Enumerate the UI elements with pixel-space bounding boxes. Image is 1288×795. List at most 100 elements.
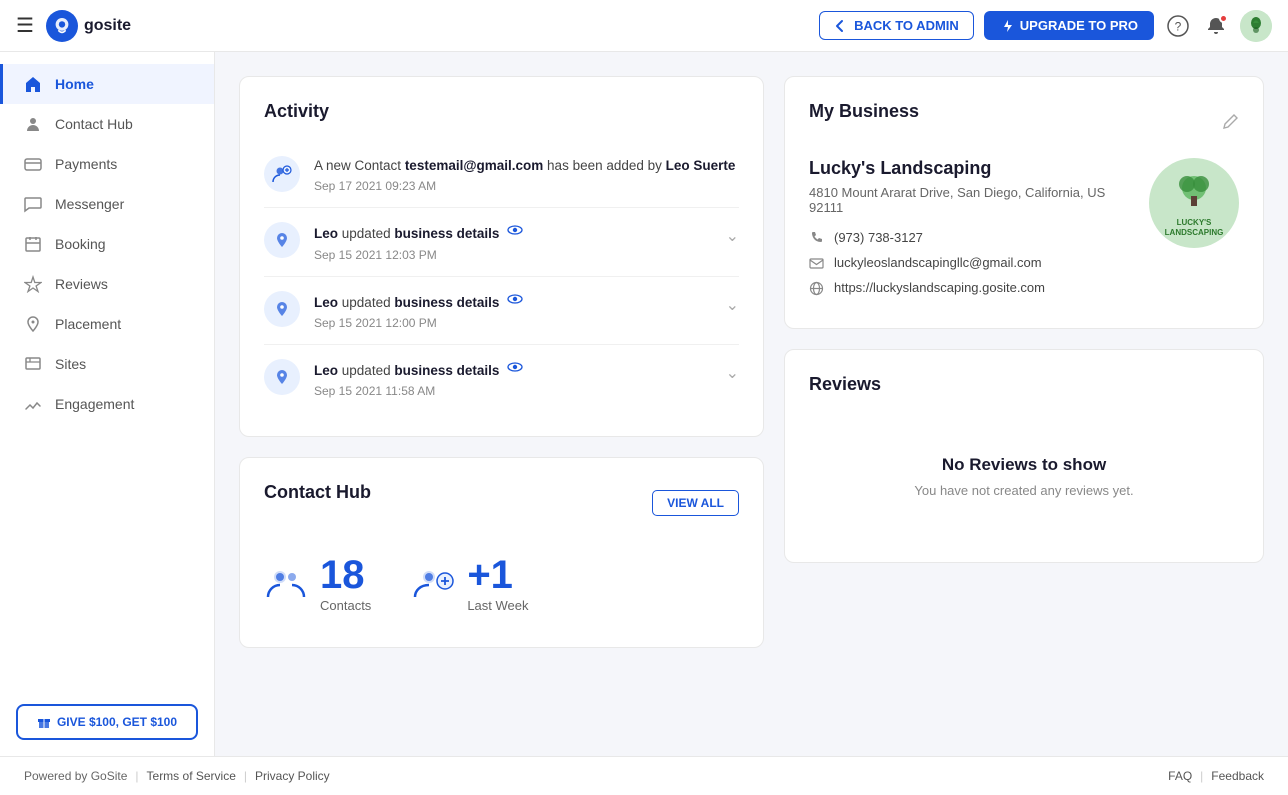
contact-stats: 18 Contacts +1 [264, 543, 739, 623]
upgrade-to-pro-button[interactable]: UPGRADE TO PRO [984, 11, 1154, 40]
logo[interactable]: gosite [46, 10, 131, 42]
logo-text: gosite [84, 17, 131, 35]
terms-link[interactable]: Terms of Service [147, 769, 236, 783]
reviews-empty-subtitle: You have not created any reviews yet. [914, 483, 1133, 498]
activity-title: Activity [264, 101, 739, 122]
activity-content: Leo updated business details Sep 15 2021… [314, 291, 712, 330]
contact-hub-header: Contact Hub VIEW ALL [264, 482, 739, 523]
reviews-title: Reviews [809, 374, 1239, 395]
sidebar-item-messenger-label: Messenger [55, 196, 124, 212]
activity-icon-wrap [264, 222, 300, 258]
contact-hub-icon [23, 114, 43, 134]
logo-icon [46, 10, 78, 42]
phone-icon [809, 229, 824, 246]
activity-date: Sep 15 2021 11:58 AM [314, 384, 712, 398]
business-phone: (973) 738-3127 [809, 229, 1133, 246]
sidebar-item-placement-label: Placement [55, 316, 121, 332]
new-contacts-stat: +1 Last Week [411, 553, 528, 613]
sites-icon [23, 354, 43, 374]
business-logo-image [1169, 168, 1219, 218]
business-website: https://luckyslandscaping.gosite.com [809, 279, 1133, 296]
gift-icon [37, 715, 51, 729]
business-info: Lucky's Landscaping 4810 Mount Ararat Dr… [809, 158, 1133, 304]
contacts-count: 18 [320, 553, 371, 598]
activity-icon-wrap [264, 156, 300, 192]
business-name: Lucky's Landscaping [809, 158, 1133, 179]
top-navigation: ☰ gosite BACK TO ADMIN UPGRADE TO PRO ? [0, 0, 1288, 52]
person-add-icon [272, 164, 292, 184]
view-all-button[interactable]: VIEW ALL [652, 490, 739, 516]
footer-right: FAQ | Feedback [1168, 769, 1264, 783]
reviews-icon [23, 274, 43, 294]
activity-card: Activity [239, 76, 764, 437]
sidebar-item-payments[interactable]: Payments [0, 144, 214, 184]
notification-button[interactable] [1202, 12, 1230, 40]
reviews-card: Reviews No Reviews to show You have not … [784, 349, 1264, 563]
location-icon [273, 368, 291, 386]
svg-text:?: ? [1175, 19, 1182, 33]
sidebar-item-payments-label: Payments [55, 156, 117, 172]
eye-icon [507, 291, 523, 307]
feedback-link[interactable]: Feedback [1211, 769, 1264, 783]
sidebar-item-sites[interactable]: Sites [0, 344, 214, 384]
engagement-icon [23, 394, 43, 414]
activity-date: Sep 15 2021 12:00 PM [314, 316, 712, 330]
placement-icon [23, 314, 43, 334]
topnav-left: ☰ gosite [16, 10, 819, 42]
back-arrow-icon [834, 19, 848, 33]
sidebar-item-messenger[interactable]: Messenger [0, 184, 214, 224]
website-value: https://luckyslandscaping.gosite.com [834, 280, 1045, 295]
payments-icon [23, 154, 43, 174]
hamburger-menu[interactable]: ☰ [16, 13, 34, 38]
activity-list: A new Contact testemail@gmail.com has be… [264, 142, 739, 412]
help-circle-icon: ? [1167, 15, 1189, 37]
email-value: luckyleoslandscapingllc@gmail.com [834, 255, 1042, 270]
sidebar-item-home[interactable]: Home [0, 64, 214, 104]
home-icon [23, 74, 43, 94]
main-right: My Business Lucky's Landscaping 4810 Mou… [784, 76, 1264, 732]
activity-item: Leo updated business details Sep 15 2021… [264, 208, 739, 276]
activity-icon-wrap [264, 291, 300, 327]
page-footer: Powered by GoSite | Terms of Service | P… [0, 756, 1288, 795]
activity-chevron[interactable]: ⌄ [726, 359, 739, 383]
sidebar: Home Contact Hub Payments Messenger [0, 52, 215, 756]
edit-business-button[interactable] [1221, 113, 1239, 131]
give-get-button[interactable]: GIVE $100, GET $100 [16, 704, 198, 740]
activity-content: Leo updated business details Sep 15 2021… [314, 222, 712, 261]
sidebar-item-engagement[interactable]: Engagement [0, 384, 214, 424]
globe-icon [809, 279, 824, 296]
my-business-title: My Business [809, 101, 919, 122]
sidebar-nav: Home Contact Hub Payments Messenger [0, 52, 214, 436]
new-contacts-label: Last Week [467, 598, 528, 613]
sidebar-item-home-label: Home [55, 76, 94, 92]
faq-link[interactable]: FAQ [1168, 769, 1192, 783]
user-avatar[interactable] [1240, 10, 1272, 42]
topnav-right: BACK TO ADMIN UPGRADE TO PRO ? [819, 10, 1272, 42]
sidebar-item-placement[interactable]: Placement [0, 304, 214, 344]
back-to-admin-button[interactable]: BACK TO ADMIN [819, 11, 974, 40]
activity-text: A new Contact testemail@gmail.com has be… [314, 156, 739, 176]
sidebar-item-reviews[interactable]: Reviews [0, 264, 214, 304]
activity-chevron[interactable]: ⌄ [726, 291, 739, 315]
new-contacts-count: +1 [467, 553, 528, 598]
main-content: Activity [215, 52, 1288, 756]
sidebar-item-booking[interactable]: Booking [0, 224, 214, 264]
business-header: My Business [809, 101, 1239, 142]
reviews-empty-state: No Reviews to show You have not created … [809, 415, 1239, 538]
messenger-icon [23, 194, 43, 214]
privacy-link[interactable]: Privacy Policy [255, 769, 330, 783]
location-icon [273, 300, 291, 318]
business-logo: LUCKY'S LANDSCAPING [1149, 158, 1239, 248]
activity-content: Leo updated business details Sep 15 2021… [314, 359, 712, 398]
sidebar-item-sites-label: Sites [55, 356, 86, 372]
business-email: luckyleoslandscapingllc@gmail.com [809, 254, 1133, 271]
contacts-label: Contacts [320, 598, 371, 613]
contacts-group-icon [264, 561, 308, 605]
eye-icon [507, 359, 523, 375]
my-business-card: My Business Lucky's Landscaping 4810 Mou… [784, 76, 1264, 329]
business-address: 4810 Mount Ararat Drive, San Diego, Cali… [809, 185, 1133, 215]
sidebar-item-contact-hub[interactable]: Contact Hub [0, 104, 214, 144]
help-button[interactable]: ? [1164, 12, 1192, 40]
activity-location-icon [264, 222, 300, 258]
activity-chevron[interactable]: ⌄ [726, 222, 739, 246]
